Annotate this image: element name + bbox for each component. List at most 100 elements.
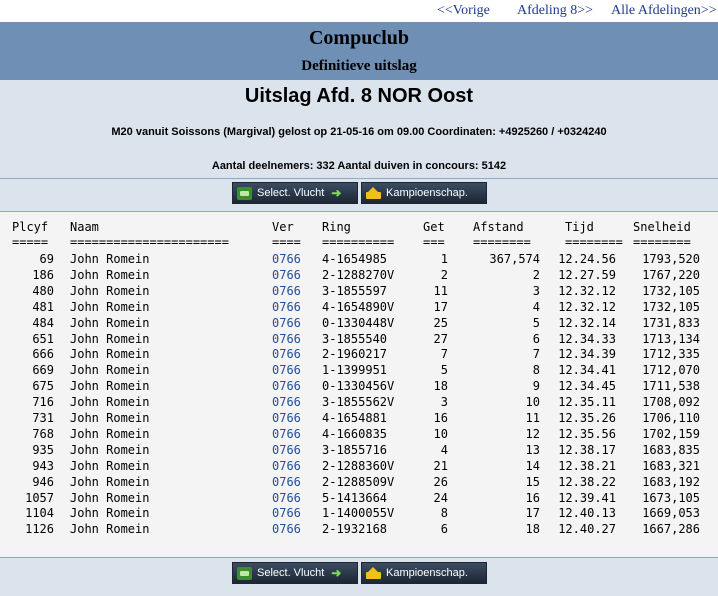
cell-tijd: 12.38.17 <box>558 442 616 457</box>
divider <box>0 178 718 179</box>
cell-plaats: 946 <box>32 474 54 489</box>
afdeling-link[interactable]: Afdeling 8>> <box>517 3 593 19</box>
cell-ver[interactable]: 0766 <box>272 331 312 347</box>
cell-get: 8 <box>440 506 448 521</box>
column-header-get: Get <box>423 220 445 234</box>
cell-ver[interactable]: 0766 <box>272 315 312 331</box>
cell-plaats: 484 <box>32 315 54 330</box>
cell-get: 27 <box>433 331 448 346</box>
cell-afstand: 16 <box>525 490 540 505</box>
cell-afstand: 17 <box>525 506 540 521</box>
cell-plaats: 69 <box>39 252 54 266</box>
cell-snelheid: 1712,070 <box>642 363 700 378</box>
cell-ver[interactable]: 0766 <box>272 346 312 362</box>
cell-ver[interactable]: 0766 <box>272 490 312 506</box>
cell-naam: John Romein <box>70 347 150 362</box>
cell-naam: John Romein <box>70 267 150 282</box>
cell-ver[interactable]: 0766 <box>272 521 312 537</box>
cell-plaats: 675 <box>32 379 54 394</box>
cell-ver[interactable]: 0766 <box>272 458 312 474</box>
cell-ring: 5-1413664 <box>322 490 388 505</box>
page-title: Uitslag Afd. 8 NOR Oost <box>244 85 474 107</box>
cell-ver[interactable]: 0766 <box>272 283 312 299</box>
header-underline: === <box>423 235 445 249</box>
cell-afstand: 6 <box>532 331 540 346</box>
cell-ver[interactable]: 0766 <box>272 505 312 521</box>
cell-plaats: 716 <box>32 395 54 410</box>
alle-afdelingen-link[interactable]: Alle Afdelingen>> <box>611 3 717 19</box>
cell-tijd: 12.34.39 <box>558 347 616 362</box>
cell-ver[interactable]: 0766 <box>272 394 312 410</box>
cell-get: 17 <box>433 299 448 314</box>
cell-snelheid: 1713,134 <box>642 331 700 346</box>
cell-naam: John Romein <box>70 426 150 441</box>
cell-afstand: 10 <box>525 395 540 410</box>
cell-plaats: 186 <box>32 267 54 282</box>
cell-snelheid: 1683,192 <box>642 474 700 489</box>
cell-naam: John Romein <box>70 442 150 457</box>
cell-ring: 0-1330456V <box>322 379 395 394</box>
cell-ver[interactable]: 0766 <box>272 378 312 394</box>
column-header-snelheid: Snelheid <box>633 220 691 234</box>
cell-snelheid: 1667,286 <box>642 522 700 537</box>
previous-link[interactable]: <<Vorige <box>437 3 490 19</box>
cell-get: 2 <box>440 267 448 282</box>
cell-plaats: 1057 <box>25 490 54 505</box>
cell-ring: 4-1654881 <box>322 411 388 425</box>
cell-get: 3 <box>440 395 448 410</box>
flight-icon <box>237 566 252 580</box>
cell-get: 7 <box>440 347 448 362</box>
cell-tijd: 12.35.56 <box>558 426 616 441</box>
cell-snelheid: 1683,321 <box>642 458 700 473</box>
club-banner: Compuclub Definitieve uitslag <box>0 22 718 80</box>
cell-ring: 3-1855716 <box>322 442 388 457</box>
select-vlucht-button[interactable]: Select. Vlucht ➜ <box>232 182 358 204</box>
kampioenschap-label: Kampioenschap. <box>386 187 468 199</box>
cell-ring: 2-1932168 <box>322 522 388 537</box>
cell-snelheid: 1712,335 <box>642 347 700 362</box>
cell-snelheid: 1673,105 <box>642 490 700 505</box>
cell-plaats: 651 <box>32 331 54 346</box>
cell-naam: John Romein <box>70 506 150 521</box>
cell-ver[interactable]: 0766 <box>272 442 312 458</box>
cell-naam: John Romein <box>70 474 150 489</box>
cell-snelheid: 1793,520 <box>642 252 700 266</box>
cell-afstand: 9 <box>532 379 540 394</box>
cell-naam: John Romein <box>70 395 150 410</box>
crown-icon <box>366 187 381 199</box>
cell-afstand: 7 <box>532 347 540 362</box>
flight-icon <box>237 186 252 200</box>
kampioenschap-button[interactable]: Kampioenschap. <box>361 562 487 584</box>
cell-ver[interactable]: 0766 <box>272 410 312 426</box>
cell-ver[interactable]: 0766 <box>272 299 312 315</box>
cell-naam: John Romein <box>70 315 150 330</box>
cell-ver[interactable]: 0766 <box>272 474 312 490</box>
column-header-naam: Naam <box>70 220 99 234</box>
cell-snelheid: 1767,220 <box>642 267 700 282</box>
cell-snelheid: 1669,053 <box>642 506 700 521</box>
header-underline: ======== <box>633 235 691 249</box>
cell-tijd: 12.40.13 <box>558 506 616 521</box>
cell-naam: John Romein <box>70 411 150 425</box>
cell-plaats: 666 <box>32 347 54 362</box>
cell-ver[interactable]: 0766 <box>272 426 312 442</box>
cell-ver[interactable]: 0766 <box>272 251 312 267</box>
column-header-ver: Ver <box>272 220 294 234</box>
race-info: M20 vanuit Soissons (Margival) gelost op… <box>111 126 607 138</box>
select-vlucht-button[interactable]: Select. Vlucht ➜ <box>232 562 358 584</box>
cell-afstand: 2 <box>532 267 540 282</box>
cell-naam: John Romein <box>70 490 150 505</box>
column-header-ring: Ring <box>322 220 351 234</box>
top-navigation: <<Vorige Afdeling 8>> Alle Afdelingen>> <box>0 0 718 22</box>
button-row-bottom: Select. Vlucht ➜ Kampioenschap. <box>0 562 718 592</box>
cell-naam: John Romein <box>70 283 150 298</box>
cell-afstand: 8 <box>532 363 540 378</box>
cell-tijd: 12.39.41 <box>558 490 616 505</box>
cell-get: 4 <box>440 442 448 457</box>
select-vlucht-label: Select. Vlucht <box>257 187 325 199</box>
cell-ver[interactable]: 0766 <box>272 362 312 378</box>
cell-ring: 2-1288360V <box>322 458 395 473</box>
cell-ver[interactable]: 0766 <box>272 267 312 283</box>
crown-icon <box>366 567 381 579</box>
kampioenschap-button[interactable]: Kampioenschap. <box>361 182 487 204</box>
